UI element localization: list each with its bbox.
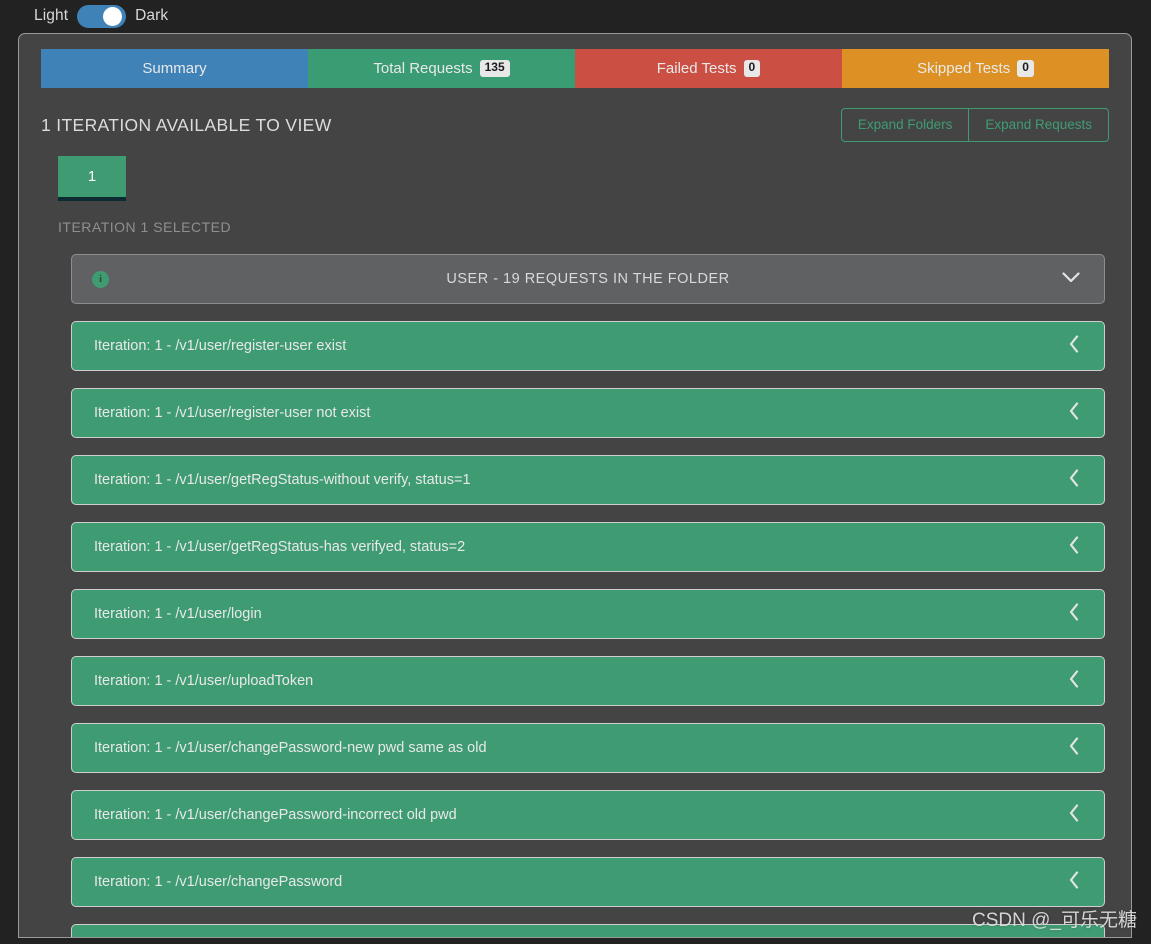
expand-button-group: Expand Folders Expand Requests	[840, 108, 1109, 142]
theme-switch-bar: Light Dark	[0, 0, 1151, 32]
chevron-left-icon[interactable]	[1069, 669, 1080, 693]
request-label: Iteration: 1 - /v1/user/getRegStatus-wit…	[94, 472, 471, 488]
tab-total-requests-badge: 135	[479, 60, 510, 77]
request-label: Iteration: 1 - /v1/user/register-user ex…	[94, 338, 347, 354]
chevron-left-icon[interactable]	[1069, 602, 1080, 626]
info-icon: i	[92, 270, 109, 288]
folder-header-user[interactable]: i USER - 19 REQUESTS IN THE FOLDER	[71, 254, 1105, 304]
chevron-left-icon[interactable]	[1069, 468, 1080, 492]
tab-failed-tests-badge: 0	[743, 60, 761, 77]
iteration-chip-wrap: 1	[58, 156, 1131, 201]
theme-light-label: Light	[34, 7, 69, 25]
request-row[interactable]: Iteration: 1 - /v1/user/changePassword-n…	[71, 723, 1105, 773]
request-row[interactable]: Iteration: 1 - /v1/user/login-verify cha…	[71, 924, 1105, 939]
request-label: Iteration: 1 - /v1/user/changePassword	[94, 874, 343, 890]
tab-summary[interactable]: Summary	[41, 49, 308, 88]
toggle-knob	[103, 6, 123, 26]
chevron-left-icon[interactable]	[1069, 938, 1080, 939]
tab-skipped-tests-badge: 0	[1017, 60, 1034, 77]
request-label: Iteration: 1 - /v1/user/getRegStatus-has…	[94, 539, 466, 555]
request-row[interactable]: Iteration: 1 - /v1/user/changePassword-i…	[71, 790, 1105, 840]
request-list: i USER - 19 REQUESTS IN THE FOLDER Itera…	[71, 254, 1105, 939]
request-row[interactable]: Iteration: 1 - /v1/user/login	[71, 589, 1105, 639]
request-row[interactable]: Iteration: 1 - /v1/user/getRegStatus-wit…	[71, 455, 1105, 505]
request-row[interactable]: Iteration: 1 - /v1/user/getRegStatus-has…	[71, 522, 1105, 572]
tab-total-requests-label: Total Requests	[373, 60, 473, 77]
theme-dark-label: Dark	[135, 7, 169, 25]
chevron-left-icon[interactable]	[1069, 535, 1080, 559]
expand-requests-button[interactable]: Expand Requests	[968, 109, 1108, 141]
iteration-selected-text: ITERATION 1 SELECTED	[58, 219, 232, 235]
request-label: Iteration: 1 - /v1/user/login	[94, 606, 262, 622]
tab-failed-tests[interactable]: Failed Tests 0	[575, 49, 842, 88]
tab-summary-label: Summary	[142, 60, 207, 77]
chevron-left-icon[interactable]	[1069, 334, 1080, 358]
request-label: Iteration: 1 - /v1/user/changePassword-n…	[94, 740, 487, 756]
iteration-header: 1 ITERATION AVAILABLE TO VIEW Expand Fol…	[41, 108, 1109, 142]
request-label: Iteration: 1 - /v1/user/register-user no…	[94, 405, 371, 421]
chevron-left-icon[interactable]	[1069, 736, 1080, 760]
request-row[interactable]: Iteration: 1 - /v1/user/changePassword	[71, 857, 1105, 907]
request-row[interactable]: Iteration: 1 - /v1/user/uploadToken	[71, 656, 1105, 706]
request-row[interactable]: Iteration: 1 - /v1/user/register-user ex…	[71, 321, 1105, 371]
tab-bar: Summary Total Requests 135 Failed Tests …	[41, 49, 1109, 88]
request-label: Iteration: 1 - /v1/user/uploadToken	[94, 673, 314, 689]
tab-skipped-tests[interactable]: Skipped Tests 0	[842, 49, 1109, 88]
iteration-chip-1[interactable]: 1	[58, 156, 126, 201]
tab-failed-tests-label: Failed Tests	[656, 60, 737, 77]
chevron-left-icon[interactable]	[1069, 401, 1080, 425]
chevron-down-icon[interactable]	[1062, 270, 1080, 288]
iteration-available-title: 1 ITERATION AVAILABLE TO VIEW	[41, 114, 332, 135]
chevron-left-icon[interactable]	[1069, 870, 1080, 894]
theme-toggle-switch[interactable]	[77, 4, 127, 28]
report-card: Summary Total Requests 135 Failed Tests …	[18, 33, 1132, 938]
request-row[interactable]: Iteration: 1 - /v1/user/register-user no…	[71, 388, 1105, 438]
request-label: Iteration: 1 - /v1/user/changePassword-i…	[94, 807, 457, 823]
folder-title: USER - 19 REQUESTS IN THE FOLDER	[446, 271, 730, 287]
tab-total-requests[interactable]: Total Requests 135	[308, 49, 575, 88]
expand-folders-button[interactable]: Expand Folders	[842, 109, 969, 141]
tab-skipped-tests-label: Skipped Tests	[917, 60, 1011, 77]
chevron-left-icon[interactable]	[1069, 803, 1080, 827]
